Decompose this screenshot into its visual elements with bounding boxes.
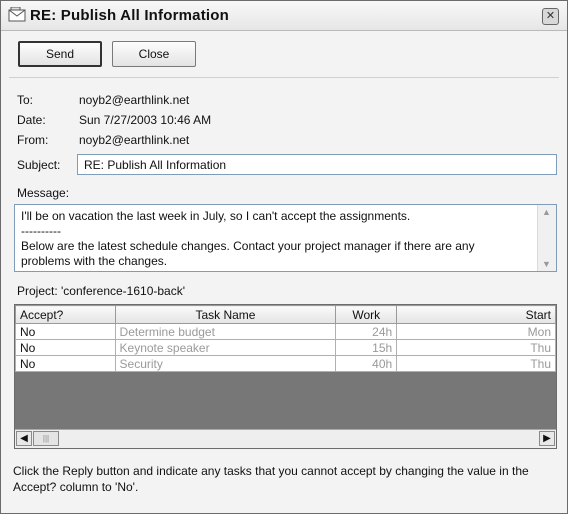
scroll-up-icon[interactable]: ▲ <box>542 207 551 217</box>
work-cell: 15h <box>335 339 398 356</box>
start-cell: Thu <box>396 339 556 356</box>
message-scrollbar[interactable]: ▲ ▼ <box>537 205 556 271</box>
subject-label: Subject: <box>17 158 61 172</box>
to-label: To: <box>17 93 34 107</box>
from-value: noyb2@earthlink.net <box>79 133 190 147</box>
work-cell: 24h <box>335 323 398 340</box>
envelope-icon <box>8 7 26 22</box>
subject-field[interactable]: RE: Publish All Information <box>77 154 557 175</box>
column-header-work[interactable]: Work <box>335 305 398 324</box>
task-name-cell: Security <box>114 355 337 372</box>
title-bar[interactable]: RE: Publish All Information ✕ <box>1 1 567 31</box>
table-row: No Security 40h Thu <box>15 355 556 372</box>
scroll-thumb[interactable]: ||| <box>33 431 59 446</box>
accept-cell[interactable]: No <box>15 323 116 340</box>
work-cell: 40h <box>335 355 398 372</box>
grid-horizontal-scrollbar[interactable]: ◀ ||| ▶ <box>15 429 556 448</box>
message-line: ---------- <box>21 224 61 238</box>
column-header-task-name[interactable]: Task Name <box>114 305 337 324</box>
task-name-cell: Determine budget <box>114 323 337 340</box>
table-row: No Determine budget 24h Mon <box>15 323 556 340</box>
message-textarea[interactable]: I'll be on vacation the last week in Jul… <box>14 204 557 272</box>
subject-value: RE: Publish All Information <box>84 158 227 172</box>
column-header-start[interactable]: Start <box>396 305 556 324</box>
to-value: noyb2@earthlink.net <box>79 93 190 107</box>
instructions-text: Click the Reply button and indicate any … <box>13 464 529 494</box>
date-label: Date: <box>17 113 46 127</box>
send-button[interactable]: Send <box>18 41 102 67</box>
start-cell: Mon <box>396 323 556 340</box>
table-row: No Keynote speaker 15h Thu <box>15 339 556 356</box>
task-grid[interactable]: Accept? Task Name Work Start No Determin… <box>14 304 557 449</box>
column-header-accept[interactable]: Accept? <box>15 305 116 324</box>
from-label: From: <box>17 133 49 147</box>
task-name-cell: Keynote speaker <box>114 339 337 356</box>
close-button[interactable]: Close <box>112 41 196 67</box>
start-cell: Thu <box>396 355 556 372</box>
accept-cell[interactable]: No <box>15 355 116 372</box>
project-label: Project: 'conference-1610-back' <box>17 284 186 298</box>
message-line: Below are the latest schedule changes. C… <box>21 239 475 253</box>
date-value: Sun 7/27/2003 10:46 AM <box>79 113 212 127</box>
scroll-down-icon[interactable]: ▼ <box>542 259 551 269</box>
window-title: RE: Publish All Information <box>30 7 230 24</box>
message-line: I'll be on vacation the last week in Jul… <box>21 209 411 223</box>
dialog-window: RE: Publish All Information ✕ Send Close… <box>0 0 568 514</box>
message-line: problems with the changes. <box>21 254 168 268</box>
divider <box>9 77 559 78</box>
message-body: I'll be on vacation the last week in Jul… <box>21 209 532 269</box>
message-label: Message: <box>17 186 70 200</box>
table-header-row: Accept? Task Name Work Start <box>15 305 556 324</box>
scroll-right-icon[interactable]: ▶ <box>539 431 555 446</box>
accept-cell[interactable]: No <box>15 339 116 356</box>
close-window-button[interactable]: ✕ <box>542 8 559 25</box>
task-table: Accept? Task Name Work Start No Determin… <box>15 305 556 372</box>
scroll-left-icon[interactable]: ◀ <box>16 431 32 446</box>
